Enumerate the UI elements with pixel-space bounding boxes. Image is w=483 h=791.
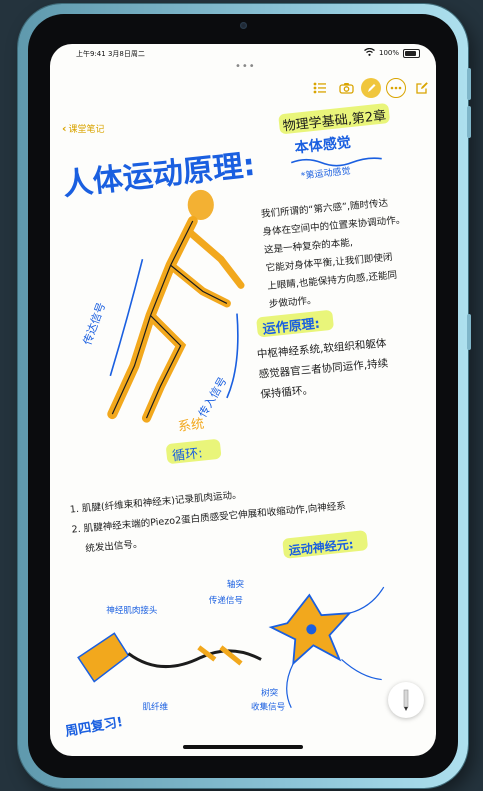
paragraph-1: 我们所谓的“第六感”,随时传达 身体在空间中的位置来协调动作。 这是一种复杂的本… (260, 197, 405, 310)
diagram-label: 传递信号 (209, 594, 243, 606)
paragraph-2-line: 中枢神经系统,软组织和躯体 (256, 336, 387, 360)
volume-up-button (467, 68, 471, 100)
diagram-label: 肌纤维 (142, 701, 168, 713)
paragraph-1-line: 这是一种复杂的本能, (264, 236, 354, 256)
ipad-device: 上午9:41 3月8日周二 100% ••• ‹ 课堂笔记 人体运动原理: 物理… (18, 4, 471, 788)
diagram-labels: 神经肌肉接头 轴突 传递信号 树突 收集信号 肌纤维 (106, 578, 285, 713)
pencil-icon (403, 689, 409, 711)
figure-label: 传达信号 (81, 301, 108, 347)
step-item: 统发出信号。 (85, 538, 143, 555)
paragraph-1-line: 它能对身体平衡,让我们即使闭 (265, 251, 393, 274)
paragraph-2-line: 保持循环。 (260, 383, 314, 401)
diagram-label: 树突 (261, 687, 279, 699)
paragraph-2-line: 感觉器官三者协同运作,持续 (258, 356, 389, 380)
pencil-tool-button[interactable] (388, 682, 424, 718)
note-topic: 本体感觉 (294, 134, 352, 157)
paragraph-2: 中枢神经系统,软组织和躯体 感觉器官三者协同运作,持续 保持循环。 (256, 336, 389, 401)
figure-label: 传入信号 (196, 375, 229, 420)
paragraph-1-line: 步做动作。 (268, 294, 317, 310)
side-connector (467, 314, 471, 350)
handwritten-note-canvas[interactable]: 人体运动原理: 物理学基础,第2章 本体感觉 *第运动感觉 我们所谓的“第六感”… (50, 44, 436, 756)
diagram-label: 收集信号 (251, 701, 285, 713)
volume-down-button (467, 106, 471, 138)
paragraph-1-line: 我们所谓的“第六感”,随时传达 (260, 197, 388, 220)
topic-note: *第运动感觉 (300, 165, 351, 182)
cycle-label: 循环: (171, 446, 203, 464)
front-camera (240, 22, 247, 29)
system-label: 系统 (177, 417, 205, 435)
notes-app-screen: 上午9:41 3月8日周二 100% ••• ‹ 课堂笔记 人体运动原理: 物理… (50, 44, 436, 756)
diagram-label: 神经肌肉接头 (106, 604, 158, 616)
topic-underline (290, 157, 382, 167)
diagram-label: 轴突 (227, 578, 245, 590)
review-note: 周四复习! (64, 714, 124, 740)
home-indicator[interactable] (183, 745, 303, 749)
screen-bezel: 上午9:41 3月8日周二 100% ••• ‹ 课堂笔记 人体运动原理: 物理… (28, 14, 458, 778)
note-title: 人体运动原理: (61, 148, 257, 203)
